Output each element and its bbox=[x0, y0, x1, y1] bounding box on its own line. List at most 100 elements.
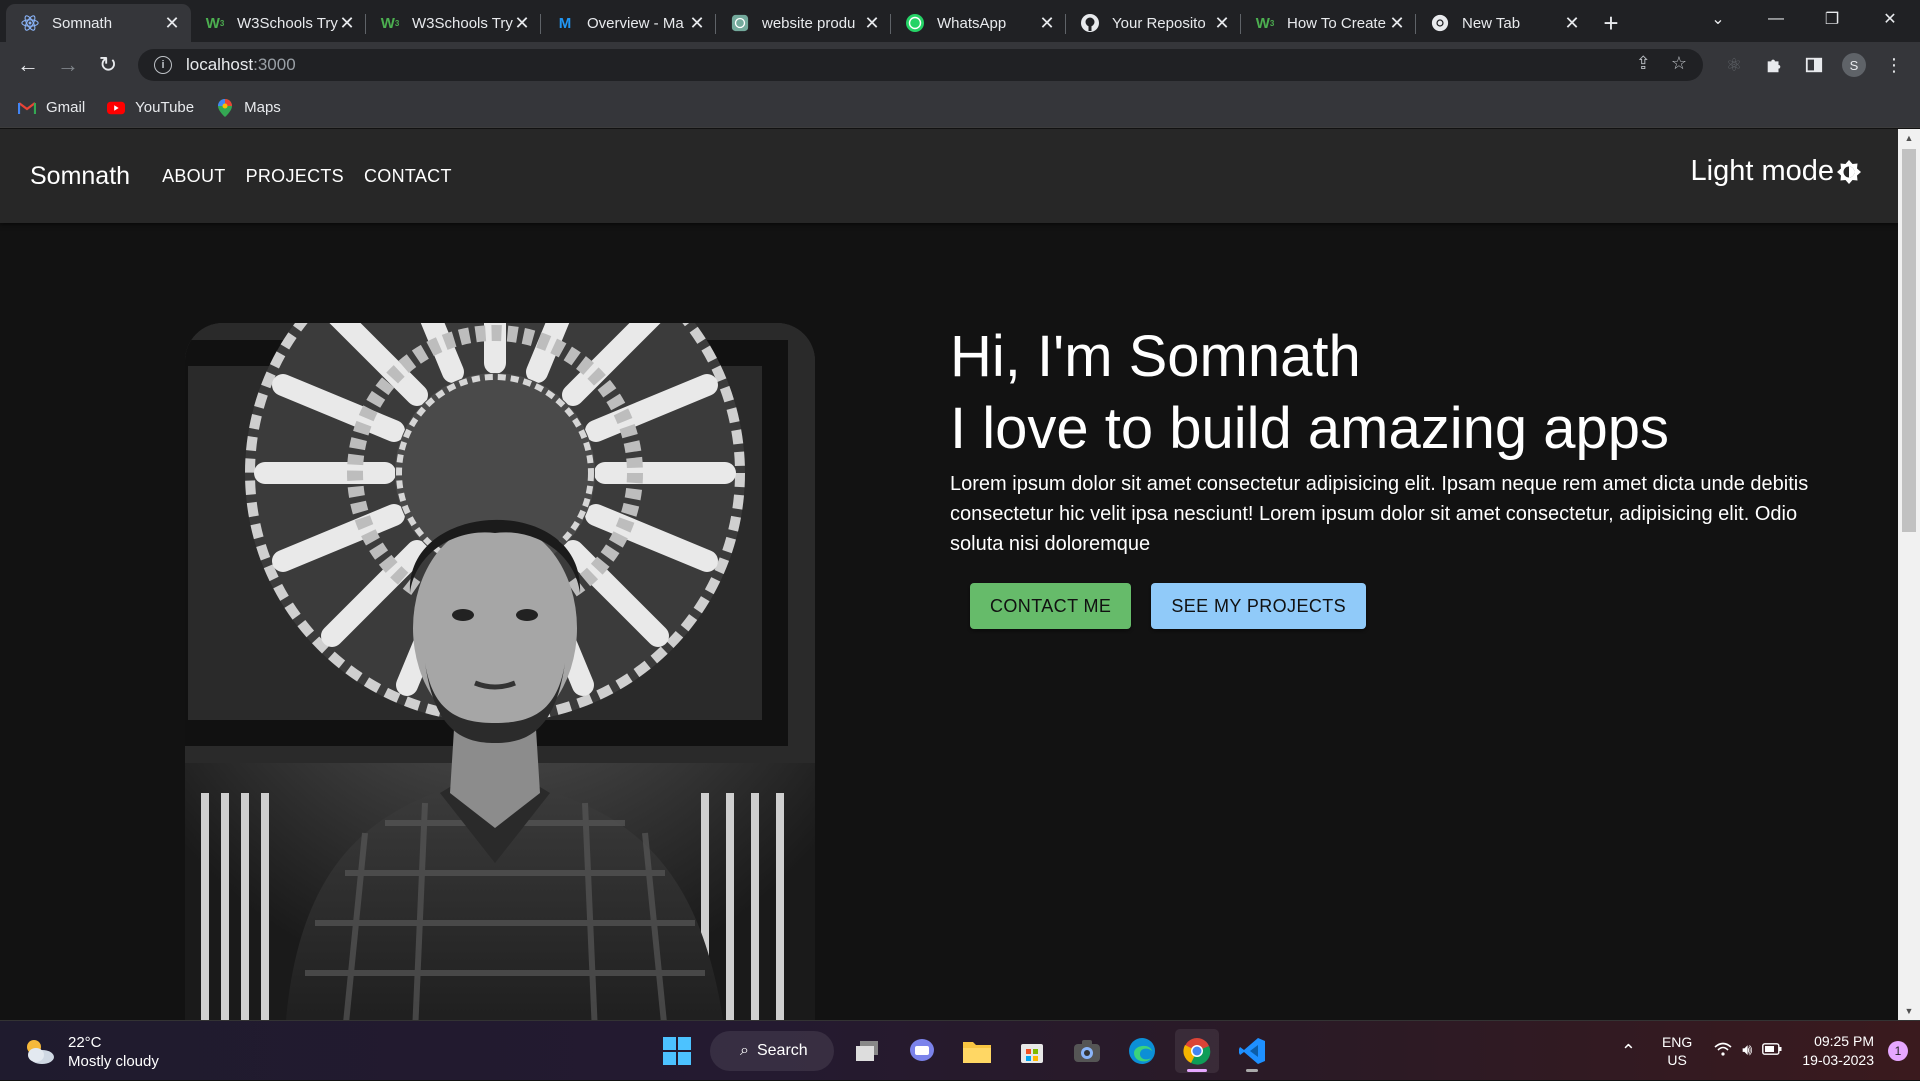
mode-toggle-label: Light mode bbox=[1690, 155, 1835, 187]
vscode-icon[interactable] bbox=[1230, 1029, 1274, 1073]
close-icon[interactable]: ✕ bbox=[1388, 13, 1406, 34]
contact-me-button[interactable]: CONTACT ME bbox=[970, 583, 1132, 629]
tab-whatsapp[interactable]: WhatsApp ✕ bbox=[891, 4, 1066, 42]
page-scrollbar[interactable]: ▲ ▼ bbox=[1898, 129, 1920, 1020]
scroll-up-arrow-icon[interactable]: ▲ bbox=[1898, 129, 1920, 147]
nav-projects[interactable]: PROJECTS bbox=[236, 158, 354, 195]
reload-icon[interactable]: ↻ bbox=[88, 45, 128, 85]
close-icon[interactable]: ✕ bbox=[163, 13, 181, 34]
window-close-icon[interactable]: ✕ bbox=[1862, 0, 1918, 38]
url-port: :3000 bbox=[253, 55, 296, 74]
close-icon[interactable]: ✕ bbox=[1213, 13, 1231, 34]
notification-badge[interactable]: 1 bbox=[1888, 1041, 1908, 1061]
tab-title: Overview - Ma bbox=[587, 14, 684, 32]
hero-section: Hi, I'm Somnath I love to build amazing … bbox=[950, 321, 1850, 629]
restore-icon[interactable]: ❐ bbox=[1804, 0, 1860, 38]
chrome-taskbar-icon[interactable] bbox=[1175, 1029, 1219, 1073]
chevron-up-icon[interactable]: ⌃ bbox=[1621, 1041, 1636, 1062]
taskbar-search-label: Search bbox=[756, 1042, 808, 1059]
search-icon: ⌕ bbox=[740, 1042, 749, 1059]
bookmark-maps[interactable]: Maps bbox=[216, 98, 281, 117]
close-icon[interactable]: ✕ bbox=[338, 13, 356, 34]
tab-mui-overview[interactable]: M Overview - Ma ✕ bbox=[541, 4, 716, 42]
tab-title: New Tab bbox=[1462, 14, 1521, 32]
tab-w3schools-1[interactable]: W3 W3Schools Try ✕ bbox=[191, 4, 366, 42]
share-icon[interactable]: ⇪ bbox=[1636, 53, 1651, 74]
edge-browser-icon[interactable] bbox=[1120, 1029, 1164, 1073]
language-indicator[interactable]: ENG US bbox=[1662, 1033, 1692, 1069]
chrome-icon bbox=[1430, 13, 1450, 33]
close-icon[interactable]: ✕ bbox=[1038, 13, 1056, 34]
url-host: localhost bbox=[186, 55, 254, 74]
microsoft-store-icon[interactable] bbox=[1010, 1029, 1054, 1073]
cloudy-weather-icon bbox=[27, 1040, 54, 1064]
wifi-icon[interactable] bbox=[1714, 1042, 1732, 1061]
close-icon[interactable]: ✕ bbox=[1563, 13, 1581, 34]
battery-icon[interactable] bbox=[1762, 1042, 1782, 1060]
tab-github[interactable]: Your Reposito ✕ bbox=[1066, 4, 1241, 42]
bookmark-gmail[interactable]: Gmail bbox=[18, 99, 85, 116]
whatsapp-icon bbox=[905, 13, 925, 33]
new-tab-button[interactable]: + bbox=[1591, 4, 1631, 42]
brand-logo[interactable]: Somnath bbox=[30, 162, 130, 191]
system-clock[interactable]: 09:25 PM 19-03-2023 bbox=[1802, 1032, 1874, 1070]
kebab-menu-icon[interactable]: ⋮ bbox=[1874, 45, 1914, 85]
close-icon[interactable]: ✕ bbox=[863, 13, 881, 34]
address-bar[interactable]: i localhost:3000 ⇪ ☆ bbox=[138, 49, 1703, 81]
tab-somnath[interactable]: Somnath ✕ bbox=[6, 4, 191, 42]
region-code: US bbox=[1667, 1052, 1687, 1068]
minimize-icon[interactable]: — bbox=[1748, 0, 1804, 38]
close-icon[interactable]: ✕ bbox=[513, 13, 531, 34]
site-info-icon[interactable]: i bbox=[154, 56, 172, 74]
profile-photo bbox=[185, 323, 815, 1020]
chatgpt-icon bbox=[730, 13, 750, 33]
bookmarks-bar: Gmail YouTube Maps bbox=[0, 88, 1920, 128]
github-icon bbox=[1080, 13, 1100, 33]
tab-title: How To Create bbox=[1287, 14, 1386, 32]
light-mode-toggle[interactable]: Light mode bbox=[1691, 155, 1863, 188]
profile-button[interactable]: S bbox=[1834, 45, 1874, 85]
task-view-icon[interactable] bbox=[845, 1029, 889, 1073]
close-icon[interactable]: ✕ bbox=[688, 13, 706, 34]
clock-date: 19-03-2023 bbox=[1802, 1052, 1874, 1068]
taskbar-search[interactable]: ⌕ Search bbox=[710, 1031, 834, 1071]
extension-react-devtools-icon[interactable]: ⚛ bbox=[1714, 45, 1754, 85]
w3schools-icon: W3 bbox=[1255, 14, 1275, 32]
bookmark-star-icon[interactable]: ☆ bbox=[1671, 53, 1687, 74]
tab-search-chevron-icon[interactable]: ⌄ bbox=[1690, 0, 1746, 38]
avatar: S bbox=[1842, 53, 1866, 77]
volume-icon[interactable]: 🔊︎ bbox=[1742, 1042, 1752, 1060]
tab-strip: Somnath ✕ W3 W3Schools Try ✕ W3 W3School… bbox=[0, 0, 1920, 42]
tab-title: website produ bbox=[762, 14, 856, 32]
camera-icon[interactable] bbox=[1065, 1029, 1109, 1073]
tab-w3schools-2[interactable]: W3 W3Schools Try ✕ bbox=[366, 4, 541, 42]
scrollbar-thumb[interactable] bbox=[1902, 149, 1916, 532]
weather-description: Mostly cloudy bbox=[68, 1053, 159, 1070]
file-explorer-icon[interactable] bbox=[955, 1029, 999, 1073]
see-projects-button[interactable]: SEE MY PROJECTS bbox=[1151, 583, 1367, 629]
teams-chat-icon[interactable] bbox=[900, 1029, 944, 1073]
bookmark-youtube[interactable]: YouTube bbox=[107, 99, 194, 116]
tab-title: Somnath bbox=[52, 14, 113, 32]
tab-how-to-create[interactable]: W3 How To Create ✕ bbox=[1241, 4, 1416, 42]
brightness-icon bbox=[1837, 159, 1861, 184]
tab-title: WhatsApp bbox=[937, 14, 1007, 32]
weather-temperature: 22°C bbox=[68, 1034, 102, 1051]
side-panel-icon[interactable] bbox=[1794, 45, 1834, 85]
extensions-puzzle-icon[interactable] bbox=[1754, 45, 1794, 85]
nav-about[interactable]: ABOUT bbox=[152, 158, 236, 195]
scroll-down-arrow-icon[interactable]: ▼ bbox=[1898, 1002, 1920, 1020]
system-tray: ⌃ ENG US 🔊︎ 09:25 PM 19-03-2023 1 bbox=[1621, 1021, 1920, 1081]
tab-title: W3Schools Try bbox=[412, 14, 513, 32]
windows-start-icon[interactable] bbox=[655, 1029, 699, 1073]
language-code: ENG bbox=[1661, 1034, 1693, 1050]
weather-widget[interactable]: 22°C Mostly cloudy bbox=[22, 1033, 159, 1071]
hero-greeting: Hi, I'm Somnath bbox=[950, 324, 1361, 389]
tab-chatgpt[interactable]: website produ ✕ bbox=[716, 4, 891, 42]
nav-contact[interactable]: CONTACT bbox=[354, 158, 462, 195]
forward-arrow-icon[interactable]: → bbox=[48, 45, 88, 85]
windows-taskbar: 22°C Mostly cloudy ⌕ Search ⌃ ENG US 🔊︎ … bbox=[0, 1020, 1920, 1080]
hero-description: Lorem ipsum dolor sit amet consectetur a… bbox=[950, 473, 1809, 555]
back-arrow-icon[interactable]: ← bbox=[8, 45, 48, 85]
tab-new-tab[interactable]: New Tab ✕ bbox=[1416, 4, 1591, 42]
